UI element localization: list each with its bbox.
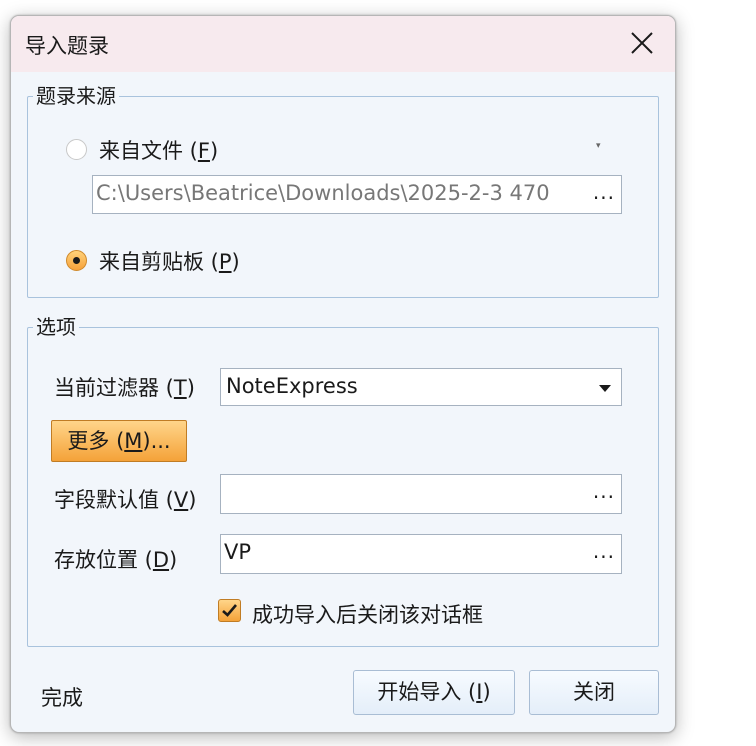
- chevron-down-icon: ▾: [596, 141, 601, 151]
- filter-select[interactable]: NoteExpress: [220, 368, 622, 406]
- chevron-down-icon: [599, 385, 611, 392]
- location-label: 存放位置 (D): [54, 548, 178, 572]
- start-import-button[interactable]: 开始导入 (I): [353, 670, 515, 715]
- source-group: 题录来源 来自文件 (F) ▾ C:\Users\Beatrice\Downlo…: [27, 82, 659, 298]
- close-dialog-button[interactable]: 关闭: [529, 670, 659, 715]
- dialog-title: 导入题录: [25, 34, 109, 58]
- defaults-browse-button[interactable]: ...: [593, 479, 615, 503]
- source-group-label: 题录来源: [33, 82, 119, 110]
- close-after-checkbox[interactable]: [218, 599, 241, 622]
- close-button[interactable]: [611, 16, 675, 72]
- location-field[interactable]: VP ...: [220, 534, 622, 574]
- from-clipboard-radio[interactable]: [66, 250, 87, 271]
- close-after-label[interactable]: 成功导入后关闭该对话框: [252, 599, 483, 629]
- from-clipboard-label[interactable]: 来自剪贴板 (P): [99, 246, 240, 276]
- location-browse-button[interactable]: ...: [593, 539, 615, 563]
- status-text: 完成: [41, 686, 83, 710]
- check-icon: [222, 604, 237, 617]
- import-dialog: 导入题录 题录来源 来自文件 (F) ▾ C:\Users\Beatrice\D…: [10, 15, 676, 733]
- title-bar: 导入题录: [11, 16, 675, 72]
- from-file-radio[interactable]: [66, 139, 87, 160]
- options-group-label: 选项: [33, 313, 79, 341]
- filter-label: 当前过滤器 (T): [54, 376, 195, 400]
- file-browse-button[interactable]: ...: [588, 180, 615, 204]
- defaults-label: 字段默认值 (V): [54, 488, 197, 512]
- more-button[interactable]: 更多 (M)...: [51, 420, 187, 462]
- defaults-field[interactable]: ...: [220, 474, 622, 514]
- from-file-label[interactable]: 来自文件 (F): [99, 135, 218, 165]
- options-group: 选项 当前过滤器 (T) NoteExpress 字段默认值 (V) ... 存…: [27, 313, 659, 647]
- filter-value: NoteExpress: [226, 374, 358, 398]
- close-icon: [631, 32, 653, 54]
- location-value: VP: [224, 540, 252, 564]
- file-path-value: C:\Users\Beatrice\Downloads\2025-2-3 470: [96, 181, 550, 205]
- file-path-field[interactable]: C:\Users\Beatrice\Downloads\2025-2-3 470…: [92, 175, 622, 214]
